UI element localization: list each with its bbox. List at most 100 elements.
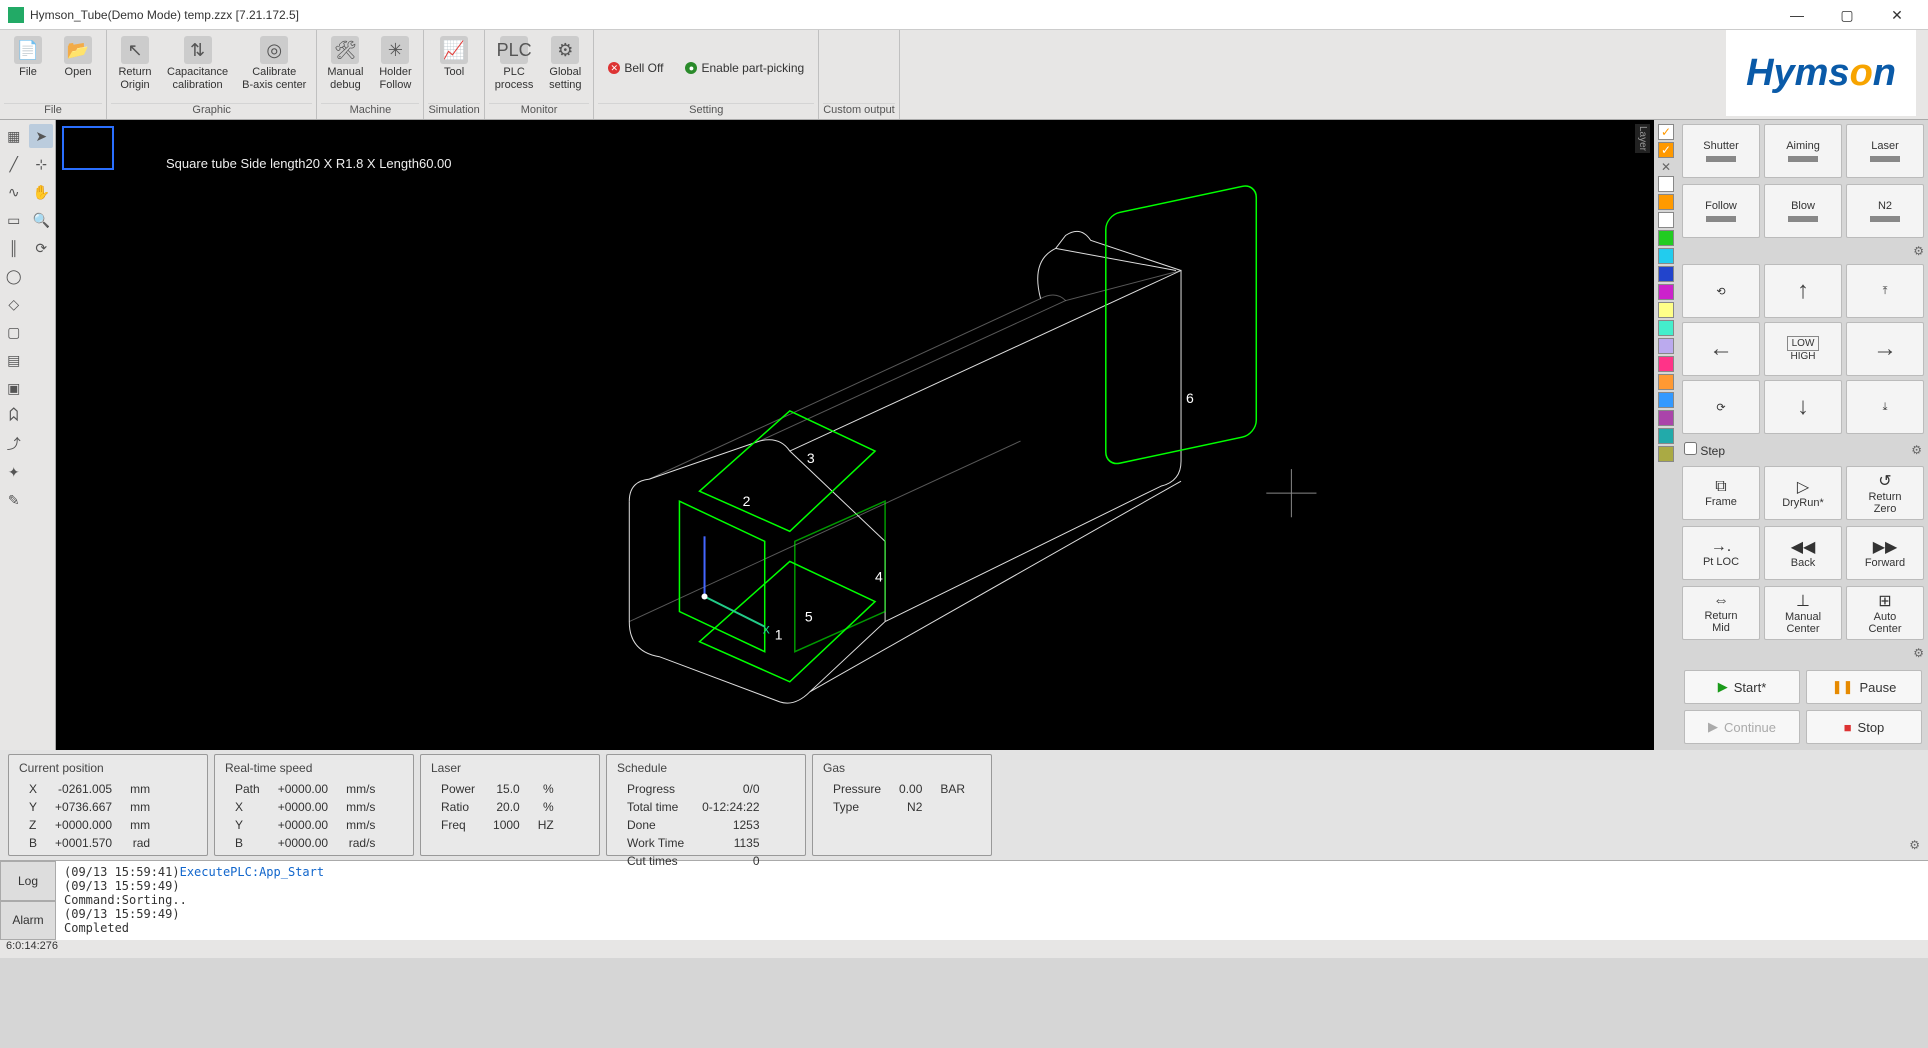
calibrate-b-axis-btn[interactable]: ◎CalibrateB-axis center xyxy=(236,32,312,103)
aiming-btn[interactable]: Aiming xyxy=(1764,124,1842,178)
parallel-tool[interactable]: ║ xyxy=(2,236,26,260)
auto-center-btn[interactable]: ⊞Auto Center xyxy=(1846,586,1924,640)
layer-swatch-1[interactable] xyxy=(1658,194,1674,210)
control-settings-icon[interactable]: ⚙ xyxy=(1913,244,1924,258)
back-btn[interactable]: ◀◀Back xyxy=(1764,526,1842,580)
table-tool[interactable]: ▤ xyxy=(2,348,26,372)
rotate-cw-icon[interactable]: ⟳ xyxy=(1682,380,1760,434)
bell-off-toggle[interactable]: ✕Bell Off xyxy=(598,32,673,103)
jog-down-button[interactable]: ↓ xyxy=(1764,380,1842,434)
open-btn[interactable]: 📂Open xyxy=(54,32,102,103)
layer-swatch-4[interactable] xyxy=(1658,248,1674,264)
frame-btn[interactable]: ⧉Frame xyxy=(1682,466,1760,520)
layer-swatch-12[interactable] xyxy=(1658,392,1674,408)
return-origin-btn[interactable]: ↖ReturnOrigin xyxy=(111,32,159,103)
start-button[interactable]: ▶Start* xyxy=(1684,670,1800,704)
layer-swatch-6[interactable] xyxy=(1658,284,1674,300)
tool-up-icon[interactable]: ⤒ xyxy=(1846,264,1924,318)
step-settings-icon[interactable]: ⚙ xyxy=(1911,443,1922,457)
part-picking-toggle[interactable]: ●Enable part-picking xyxy=(675,32,814,103)
forward-btn[interactable]: ▶▶Forward xyxy=(1846,526,1924,580)
layer-swatch-11[interactable] xyxy=(1658,374,1674,390)
pointer-tool[interactable]: ➤ xyxy=(29,124,53,148)
close-button[interactable]: ✕ xyxy=(1874,2,1920,28)
droplet-tool[interactable]: 🯊 xyxy=(2,404,26,428)
holder-follow-btn[interactable]: ✳HolderFollow xyxy=(371,32,419,103)
dryrun-btn[interactable]: ▷DryRun* xyxy=(1764,466,1842,520)
rotate-ccw-icon[interactable]: ⟲ xyxy=(1682,264,1760,318)
rotate-tool[interactable]: ⟳ xyxy=(29,236,53,260)
manual-debug-btn[interactable]: 🛠Manualdebug xyxy=(321,32,369,103)
value-cell: N2 xyxy=(891,799,930,815)
tool-down-icon[interactable]: ⤓ xyxy=(1846,380,1924,434)
line-tool[interactable]: ╱ xyxy=(2,152,26,176)
log-output[interactable]: (09/13 15:59:41)ExecutePLC:App_Start(09/… xyxy=(56,861,1928,940)
log-panel: Log Alarm (09/13 15:59:41)ExecutePLC:App… xyxy=(0,860,1928,940)
layer-swatch-10[interactable] xyxy=(1658,356,1674,372)
share-tool[interactable]: ⤴ xyxy=(2,432,26,456)
viewport[interactable]: Square tube Side length20 X R1.8 X Lengt… xyxy=(56,120,1654,750)
continue-button[interactable]: ▶Continue xyxy=(1684,710,1800,744)
box-tool[interactable]: ▢ xyxy=(2,320,26,344)
layer-swatch-0[interactable] xyxy=(1658,176,1674,192)
zoom-tool[interactable]: 🔍 xyxy=(29,208,53,232)
layer-swatch-8[interactable] xyxy=(1658,320,1674,336)
circle-tool[interactable]: ◯ xyxy=(2,264,26,288)
global-setting-btn[interactable]: ⚙Globalsetting xyxy=(541,32,589,103)
layer-swatch-3[interactable] xyxy=(1658,230,1674,246)
layer-tab-label[interactable]: Layer xyxy=(1635,124,1650,153)
follow-btn[interactable]: Follow xyxy=(1682,184,1760,238)
stop-button[interactable]: ■Stop xyxy=(1806,710,1922,744)
layer-swatch-5[interactable] xyxy=(1658,266,1674,282)
step-checkbox[interactable]: Step xyxy=(1684,442,1725,458)
file-btn[interactable]: 📄File xyxy=(4,32,52,103)
minimize-button[interactable]: — xyxy=(1774,2,1820,28)
status-settings-icon[interactable]: ⚙ xyxy=(1909,838,1920,852)
layer-swatch-13[interactable] xyxy=(1658,410,1674,426)
shutter-btn[interactable]: Shutter xyxy=(1682,124,1760,178)
ribbon-group-label: Graphic xyxy=(111,103,312,119)
n2-btn[interactable]: N2 xyxy=(1846,184,1924,238)
jog-left-button[interactable]: ← xyxy=(1682,322,1760,376)
maximize-button[interactable]: ▢ xyxy=(1824,2,1870,28)
layer-swatch-2[interactable] xyxy=(1658,212,1674,228)
ribbon-group-label: Custom output xyxy=(823,103,895,119)
rect-tool[interactable]: ▭ xyxy=(2,208,26,232)
value-cell: +0000.00 xyxy=(270,817,336,833)
jog-right-button[interactable]: → xyxy=(1846,322,1924,376)
cap-calib-btn[interactable]: ⇅Capacitancecalibration xyxy=(161,32,234,103)
log-tab[interactable]: Log xyxy=(0,861,56,901)
text-tool[interactable]: ▣ xyxy=(2,376,26,400)
layer-swatch-9[interactable] xyxy=(1658,338,1674,354)
origin-tool[interactable]: ✦ xyxy=(2,460,26,484)
blow-btn[interactable]: Blow xyxy=(1764,184,1842,238)
alarm-tab[interactable]: Alarm xyxy=(0,901,56,941)
return-mid-btn[interactable]: ⇔Return Mid xyxy=(1682,586,1760,640)
shape-tool[interactable]: ◇ xyxy=(2,292,26,316)
speed-toggle[interactable]: LOWHIGH xyxy=(1764,322,1842,376)
value-cell: B xyxy=(227,835,268,851)
checkmark-icon[interactable]: ✓ xyxy=(1658,142,1674,158)
curve-tool[interactable]: ∿ xyxy=(2,180,26,204)
svg-text:1: 1 xyxy=(775,627,783,643)
jog-up-button[interactable]: ↑ xyxy=(1764,264,1842,318)
grid-icon[interactable]: ▦ xyxy=(2,124,26,148)
titlebar: Hymson_Tube(Demo Mode) temp.zzx [7.21.17… xyxy=(0,0,1928,30)
node-tool[interactable]: ⊹ xyxy=(29,152,53,176)
grid-settings-icon[interactable]: ⚙ xyxy=(1913,646,1924,660)
pause-button[interactable]: ❚❚Pause xyxy=(1806,670,1922,704)
layer-swatch-14[interactable] xyxy=(1658,428,1674,444)
laser-btn[interactable]: Laser xyxy=(1846,124,1924,178)
manual-center-btn[interactable]: ⊥Manual Center xyxy=(1764,586,1842,640)
tool-btn[interactable]: 📈Tool xyxy=(430,32,478,103)
layer-swatch-15[interactable] xyxy=(1658,446,1674,462)
pan-tool[interactable]: ✋ xyxy=(29,180,53,204)
return-zero-btn[interactable]: ↺Return Zero xyxy=(1846,466,1924,520)
layer-check-icon[interactable]: ✓ xyxy=(1658,124,1674,140)
pen-tool[interactable]: ✎ xyxy=(2,488,26,512)
layer-close-icon[interactable]: ✕ xyxy=(1661,160,1671,174)
ptloc-btn[interactable]: →.Pt LOC xyxy=(1682,526,1760,580)
plc-process-btn[interactable]: PLCPLCprocess xyxy=(489,32,540,103)
ribbon-group-label: File xyxy=(4,103,102,119)
layer-swatch-7[interactable] xyxy=(1658,302,1674,318)
